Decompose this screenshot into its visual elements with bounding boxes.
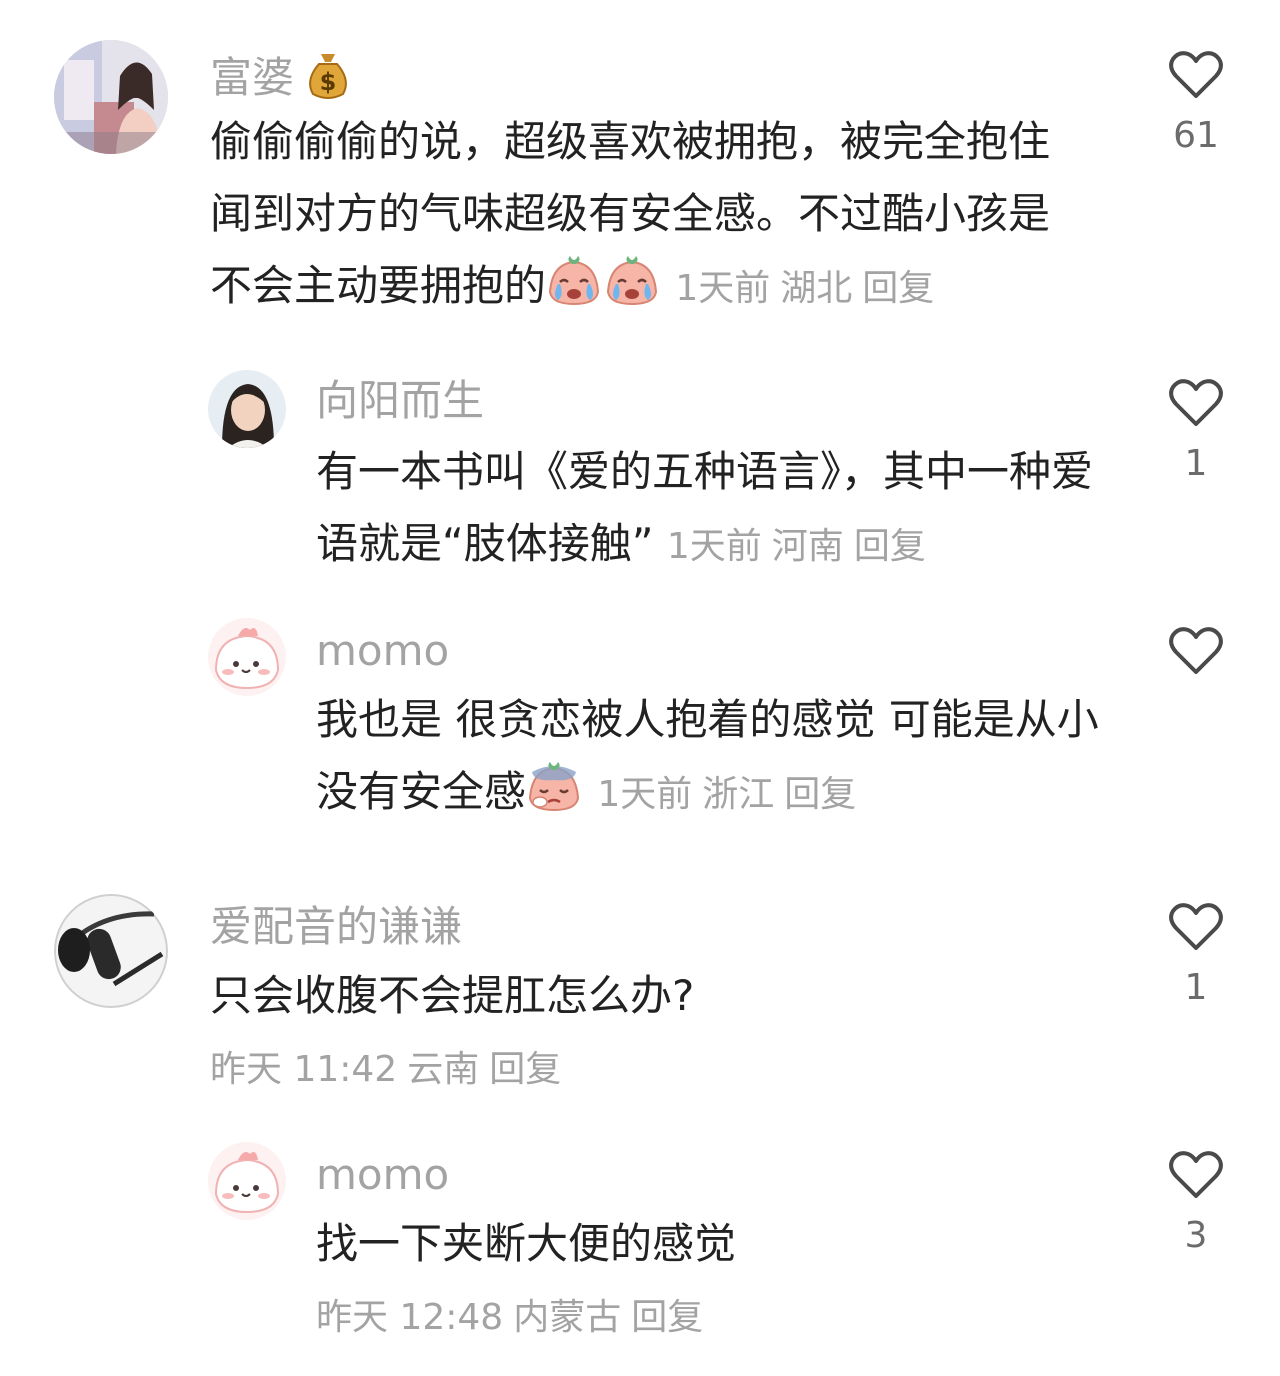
comment-meta: 昨天 12:48 内蒙古 回复: [316, 1300, 713, 1336]
comment-meta: 1天前 浙江 回复: [597, 774, 866, 815]
location: 云南: [407, 1049, 480, 1090]
reply-button[interactable]: 回复: [862, 268, 934, 309]
like-count: 1: [1184, 443, 1208, 484]
avatar[interactable]: [54, 894, 168, 1008]
reply-button[interactable]: 回复: [854, 526, 926, 567]
like-count: 1: [1184, 967, 1208, 1008]
username[interactable]: 富婆 $: [210, 50, 351, 107]
user-photo-icon: [54, 40, 168, 154]
heart-icon[interactable]: [1168, 378, 1224, 428]
username[interactable]: momo: [316, 1154, 449, 1196]
reply-button[interactable]: 回复: [631, 1297, 703, 1338]
like-count: 3: [1184, 1215, 1208, 1256]
user-photo-icon: [208, 370, 286, 448]
location: 浙江: [702, 774, 775, 815]
heart-icon[interactable]: [1168, 626, 1224, 676]
microphone-avatar-icon: [54, 894, 168, 1008]
username[interactable]: 向阳而生: [316, 380, 484, 422]
username-text[interactable]: momo: [316, 1150, 449, 1199]
like-button[interactable]: 61: [1166, 50, 1226, 154]
heart-icon[interactable]: [1168, 902, 1224, 952]
comment-text: 偷偷偷偷的说，超级喜欢被拥抱，被完全抱住闻到对方的气味超级有安全感。不过酷小孩是…: [210, 106, 1080, 330]
svg-text:$: $: [320, 68, 337, 96]
comment-text: 找一下夹断大便的感觉: [316, 1219, 737, 1268]
reply-button[interactable]: 回复: [489, 1049, 561, 1090]
username-text[interactable]: momo: [316, 626, 449, 675]
cartoon-peach-avatar-icon: [208, 1142, 286, 1220]
comment-text: 我也是 很贪恋被人抱着的感觉 可能是从小没有安全感 1天前 浙江 回复: [316, 684, 1106, 836]
timestamp: 昨天 12:48: [316, 1297, 504, 1338]
reply-button[interactable]: 回复: [784, 774, 856, 815]
comment-meta: 1天前 河南 回复: [667, 526, 936, 567]
comment-meta: 1天前 湖北 回复: [675, 268, 944, 309]
username-text[interactable]: 爱配音的谦谦: [210, 902, 462, 951]
sad-peach-icon: [526, 758, 582, 836]
location: 河南: [771, 526, 844, 567]
avatar[interactable]: [208, 370, 286, 448]
cartoon-peach-avatar-icon: [208, 618, 286, 696]
like-button[interactable]: [1166, 626, 1226, 694]
comment-text: 有一本书叫《爱的五种语言》，其中一种爱语就是“肢体接触” 1天前 河南 回复: [316, 447, 1094, 568]
comment-text: 只会收腹不会提肛怎么办?: [210, 971, 695, 1020]
timestamp: 1天前: [597, 774, 693, 815]
heart-icon[interactable]: [1168, 50, 1224, 100]
username[interactable]: 爱配音的谦谦: [210, 906, 462, 948]
username[interactable]: momo: [316, 630, 449, 672]
comment-meta: 昨天 11:42 云南 回复: [210, 1052, 571, 1088]
timestamp: 1天前: [675, 268, 771, 309]
timestamp: 1天前: [666, 526, 762, 567]
like-count: 61: [1173, 115, 1219, 156]
timestamp: 昨天 11:42: [210, 1049, 398, 1090]
crying-peach-icon: [546, 252, 602, 330]
heart-icon[interactable]: [1168, 1150, 1224, 1200]
like-button[interactable]: 3: [1166, 1150, 1226, 1254]
crying-peach-icon: [604, 252, 660, 330]
money-bag-icon: $: [307, 50, 349, 107]
username-text[interactable]: 向阳而生: [316, 376, 484, 425]
avatar[interactable]: [208, 618, 286, 696]
avatar[interactable]: [208, 1142, 286, 1220]
like-button[interactable]: 1: [1166, 378, 1226, 482]
like-button[interactable]: 1: [1166, 902, 1226, 1006]
username-text[interactable]: 富婆: [210, 53, 294, 102]
location: 内蒙古: [513, 1297, 622, 1338]
location: 湖北: [780, 268, 853, 309]
avatar[interactable]: [54, 40, 168, 154]
